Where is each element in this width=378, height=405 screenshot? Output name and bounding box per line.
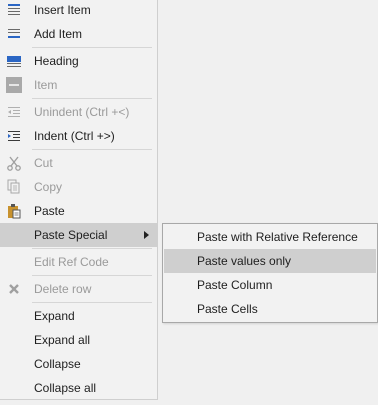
menu-item-label: Insert Item [34, 3, 91, 17]
item-icon [6, 77, 22, 93]
scissors-icon [6, 155, 22, 171]
menu-item-indent[interactable]: Indent (Ctrl +>) [0, 124, 158, 148]
menu-separator [32, 149, 152, 150]
clipboard-icon [6, 203, 22, 219]
menu-separator [32, 302, 152, 303]
submenu-item-label: Paste Column [197, 278, 273, 292]
add-row-icon [6, 26, 22, 42]
menu-item-collapse[interactable]: Collapse [0, 352, 158, 376]
menu-separator [32, 47, 152, 48]
submenu-item-paste-values[interactable]: Paste values only [164, 249, 376, 273]
copy-icon [6, 179, 22, 195]
menu-item-item[interactable]: Item [0, 73, 158, 97]
menu-item-heading[interactable]: Heading [0, 49, 158, 73]
menu-item-unindent[interactable]: Unindent (Ctrl +<) [0, 100, 158, 124]
menu-separator [32, 98, 152, 99]
unindent-icon [6, 104, 22, 120]
menu-item-label: Collapse all [34, 381, 97, 395]
menu-separator [32, 275, 152, 276]
menu-item-label: Edit Ref Code [34, 255, 109, 269]
menu-item-label: Heading [34, 54, 79, 68]
heading-icon [6, 53, 22, 69]
menu-separator [32, 248, 152, 249]
menu-item-expand-all[interactable]: Expand all [0, 328, 158, 352]
menu-item-copy[interactable]: Copy [0, 175, 158, 199]
insert-row-icon [6, 2, 22, 18]
submenu-item-paste-cells[interactable]: Paste Cells [164, 297, 376, 321]
menu-item-paste-special[interactable]: Paste Special [0, 223, 158, 247]
menu-item-label: Expand all [34, 333, 91, 347]
submenu-item-label: Paste values only [197, 254, 292, 268]
indent-icon [6, 128, 22, 144]
submenu-item-label: Paste Cells [197, 302, 258, 316]
menu-item-label: Paste Special [34, 228, 108, 242]
menu-item-label: Unindent (Ctrl +<) [34, 105, 130, 119]
menu-item-add-item[interactable]: Add Item [0, 22, 158, 46]
submenu-item-paste-column[interactable]: Paste Column [164, 273, 376, 297]
menu-item-insert-item[interactable]: Insert Item [0, 0, 158, 22]
menu-item-label: Collapse [34, 357, 81, 371]
menu-item-cut[interactable]: Cut [0, 151, 158, 175]
menu-item-collapse-all[interactable]: Collapse all [0, 376, 158, 400]
menu-item-label: Delete row [34, 282, 92, 296]
x-icon [6, 281, 22, 297]
menu-item-label: Cut [34, 156, 53, 170]
menu-item-label: Item [34, 78, 58, 92]
menu-item-label: Add Item [34, 27, 83, 41]
menu-item-label: Paste [34, 204, 65, 218]
chevron-right-icon [144, 231, 149, 239]
menu-item-expand[interactable]: Expand [0, 304, 158, 328]
menu-item-label: Indent (Ctrl +>) [34, 129, 115, 143]
menu-item-delete-row[interactable]: Delete row [0, 277, 158, 301]
submenu-item-paste-relative[interactable]: Paste with Relative Reference [164, 225, 376, 249]
context-menu: Insert Item Add Item Heading Item Uninde… [0, 0, 158, 400]
menu-item-label: Expand [34, 309, 75, 323]
menu-item-paste[interactable]: Paste [0, 199, 158, 223]
menu-item-edit-ref-code[interactable]: Edit Ref Code [0, 250, 158, 274]
submenu-item-label: Paste with Relative Reference [197, 230, 358, 244]
paste-special-submenu: Paste with Relative Reference Paste valu… [162, 223, 378, 323]
menu-item-label: Copy [34, 180, 63, 194]
